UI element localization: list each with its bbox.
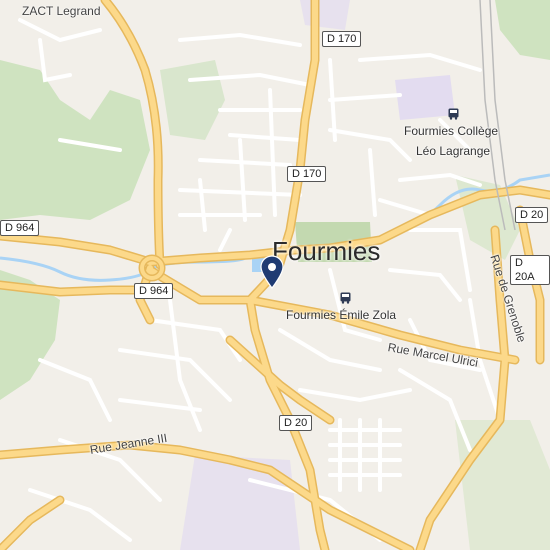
bus-stop-icon[interactable]	[340, 292, 351, 304]
map-pin-icon[interactable]	[259, 255, 285, 289]
road-shield-d20: D 20	[515, 207, 549, 223]
road-shield-d964: D 964	[0, 220, 40, 236]
bus-stop-icon[interactable]	[448, 108, 459, 120]
city-label[interactable]: Fourmies	[272, 236, 380, 267]
road-shield-d170: D 170	[322, 31, 362, 47]
poi-label-college-line1[interactable]: Fourmies Collège	[404, 124, 498, 138]
poi-label-college-line2[interactable]: Léo Lagrange	[416, 144, 490, 158]
map-view[interactable]: ZACT Legrand Fourmies Fourmies Collège L…	[0, 0, 550, 550]
poi-label-zola[interactable]: Fourmies Émile Zola	[286, 308, 396, 322]
place-label-zact: ZACT Legrand	[22, 4, 101, 18]
road-shield-d170: D 170	[287, 166, 327, 182]
road-shield-d20: D 20	[279, 415, 313, 431]
road-shield-d964: D 964	[134, 283, 174, 299]
road-shield-d20a: D 20A	[510, 255, 550, 285]
